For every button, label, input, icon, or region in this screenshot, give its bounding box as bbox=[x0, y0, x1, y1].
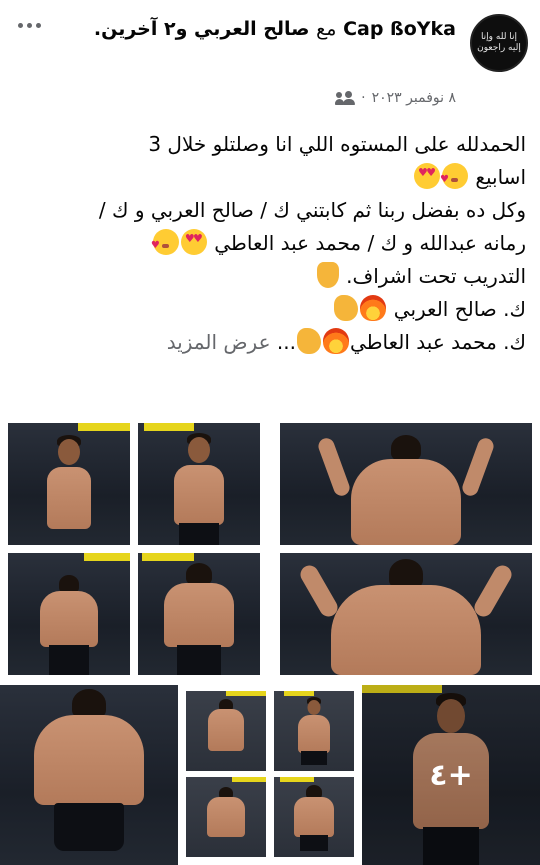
others-link[interactable]: و٢ آخرين. bbox=[94, 18, 188, 40]
meta-separator: · bbox=[361, 90, 366, 106]
photo-5[interactable] bbox=[138, 553, 260, 675]
kiss-face-emoji bbox=[151, 229, 179, 262]
heart-eyes-emoji bbox=[413, 163, 440, 189]
photo-9[interactable] bbox=[274, 691, 354, 771]
photo-grid: +٤ bbox=[0, 415, 540, 865]
post-line-7: ك. محمد عبد العاطي... عرض المزيد bbox=[166, 328, 526, 354]
post-line-5: التدريب تحت اشراف. bbox=[14, 260, 526, 293]
avatar-text: إنا لله وإنا إليه راجعون bbox=[477, 32, 521, 53]
post-line-2: اسابيع bbox=[14, 161, 526, 196]
photo-12[interactable]: +٤ bbox=[362, 685, 540, 865]
photo-8[interactable] bbox=[186, 691, 266, 771]
photo-11[interactable] bbox=[274, 777, 354, 857]
post-line-1: الحمدلله على المستوه اللي انا وصلتلو خلا… bbox=[148, 132, 526, 156]
post-line-3: وكل ده بفضل ربنا ثم كابتني ك / صالح العر… bbox=[98, 198, 526, 222]
photo-2[interactable] bbox=[138, 423, 260, 545]
friends-audience-icon[interactable] bbox=[335, 91, 356, 105]
more-photos-count[interactable]: +٤ bbox=[362, 685, 540, 865]
post-date[interactable]: ٨ نوفمبر ٢٠٢٣ bbox=[372, 90, 456, 106]
heart-eyes-emoji bbox=[180, 229, 207, 255]
flexed-biceps-emoji bbox=[296, 328, 321, 354]
author-line: Cap ßoYka مع صالح العربي و٢ آخرين. bbox=[56, 14, 456, 44]
post-meta: ٨ نوفمبر ٢٠٢٣ · bbox=[335, 90, 456, 106]
photo-1[interactable] bbox=[8, 423, 130, 545]
fire-emoji bbox=[322, 328, 349, 354]
avatar[interactable]: إنا لله وإنا إليه راجعون bbox=[470, 14, 528, 72]
author-name[interactable]: Cap ßoYka bbox=[343, 18, 456, 40]
post-header: إنا لله وإنا إليه راجعون Cap ßoYka مع صا… bbox=[0, 0, 540, 120]
flexed-biceps-emoji bbox=[334, 295, 359, 321]
more-options-icon[interactable] bbox=[12, 12, 46, 38]
point-down-emoji bbox=[316, 262, 339, 288]
kiss-face-emoji bbox=[440, 163, 468, 196]
photo-4[interactable] bbox=[8, 553, 130, 675]
photo-6[interactable] bbox=[280, 553, 532, 675]
post-line-4: رمانه عبدالله و ك / محمد عبد العاطي bbox=[14, 227, 526, 262]
tagged-name[interactable]: صالح العربي bbox=[194, 18, 309, 40]
post-line-6: ك. صالح العربي bbox=[14, 293, 526, 326]
photo-3[interactable] bbox=[280, 423, 532, 545]
ellipsis: ... bbox=[276, 330, 296, 354]
photo-7[interactable] bbox=[0, 685, 178, 865]
see-more-link[interactable]: عرض المزيد bbox=[167, 330, 271, 354]
photo-10[interactable] bbox=[186, 777, 266, 857]
with-word: مع bbox=[316, 18, 337, 40]
fire-emoji bbox=[360, 295, 387, 321]
post-text: الحمدلله على المستوه اللي انا وصلتلو خلا… bbox=[14, 128, 526, 359]
